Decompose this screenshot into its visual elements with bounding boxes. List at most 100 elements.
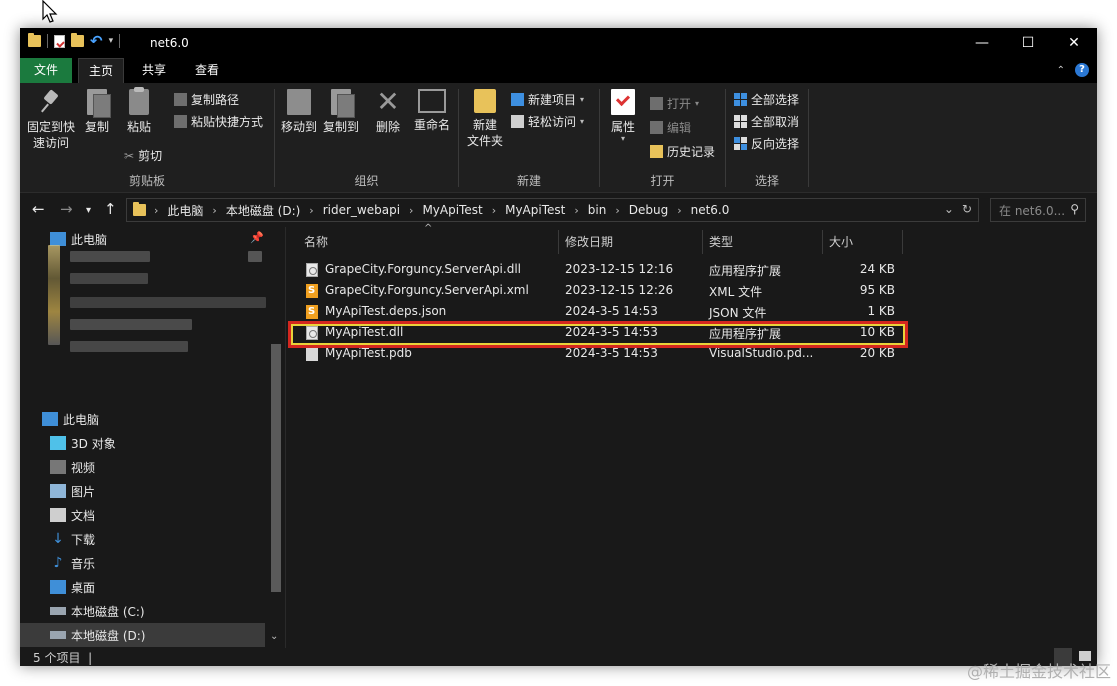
cut-button[interactable]: ✂ 剪切 (124, 147, 162, 164)
column-header-name[interactable]: 名称 (304, 230, 328, 254)
nav-documents[interactable]: 文档 (20, 503, 268, 527)
easy-access-button[interactable]: 轻松访问 ▾ (511, 113, 584, 130)
pin-to-quick-access-button[interactable]: 固定到快 速访问 (26, 89, 76, 151)
explorer-window: ↶ ▾ net6.0 — ☐ ✕ 文件 主页 共享 查看 ⌃ ? 固定到快 速访… (20, 28, 1097, 666)
quick-access-toolbar: ↶ ▾ (28, 33, 121, 49)
history-button[interactable]: 历史记录 (650, 143, 715, 160)
table-row[interactable]: GrapeCity.Forguncy.ServerApi.dll 2023-12… (286, 260, 1097, 281)
table-row[interactable]: GrapeCity.Forguncy.ServerApi.xml 2023-12… (286, 281, 1097, 302)
new-folder-button[interactable]: 新建 文件夹 (465, 89, 505, 149)
nav-music[interactable]: ♪ 音乐 (20, 551, 268, 575)
delete-button[interactable]: ✕ 删除 (373, 85, 403, 135)
picture-icon (50, 484, 66, 498)
nav-drive-d[interactable]: 本地磁盘 (D:) (20, 623, 265, 647)
copy-icon (87, 89, 111, 118)
column-divider[interactable] (902, 230, 903, 254)
tab-file[interactable]: 文件 (20, 58, 72, 83)
blurred-item (70, 297, 266, 308)
search-icon: ⚲ (1070, 202, 1079, 216)
customize-toolbar-icon[interactable]: ▾ (109, 36, 114, 46)
invert-selection-button[interactable]: 反向选择 (734, 135, 799, 152)
nav-videos[interactable]: 视频 (20, 455, 268, 479)
column-header-date[interactable]: 修改日期 (565, 230, 613, 254)
nav-this-pc[interactable]: 此电脑 (20, 407, 268, 431)
search-input[interactable]: 在 net6.0... ⚲ (990, 198, 1086, 222)
breadcrumb-myapitest-sub[interactable]: MyApiTest (505, 203, 565, 217)
paste-button[interactable]: 粘贴 (124, 87, 154, 135)
rename-button[interactable]: 重命名 (412, 89, 452, 133)
table-row[interactable]: MyApiTest.deps.json 2024-3-5 14:53 JSON … (286, 302, 1097, 323)
column-header-size[interactable]: 大小 (829, 230, 853, 254)
address-bar[interactable]: › 此电脑 › 本地磁盘 (D:) › rider_webapi › MyApi… (126, 198, 979, 222)
nav-drive-c[interactable]: 本地磁盘 (C:) (20, 599, 268, 623)
invert-selection-icon (734, 137, 747, 150)
minimize-button[interactable]: — (959, 28, 1005, 58)
tab-home[interactable]: 主页 (78, 58, 124, 83)
refresh-icon[interactable]: ↻ (962, 202, 972, 216)
back-arrow-icon[interactable]: ← (32, 201, 45, 217)
edit-button[interactable]: 编辑 (650, 119, 691, 136)
breadcrumb-myapitest[interactable]: MyApiTest (422, 203, 482, 217)
open-button[interactable]: 打开 ▾ (650, 95, 699, 112)
dll-file-icon (306, 263, 318, 277)
copy-button[interactable]: 复制 (82, 89, 112, 135)
chevron-right-icon: › (491, 203, 497, 217)
column-header-type[interactable]: 类型 (709, 230, 733, 254)
forward-arrow-icon[interactable]: → (60, 201, 73, 217)
xml-file-icon (306, 284, 318, 298)
tab-share[interactable]: 共享 (130, 58, 178, 83)
recent-locations-icon[interactable]: ▾ (86, 203, 91, 219)
blurred-item (70, 273, 148, 284)
file-type: VisualStudio.pd... (709, 346, 814, 360)
nav-pane-scrollbar[interactable]: ⌄ (268, 227, 283, 648)
tab-view[interactable]: 查看 (182, 58, 232, 83)
properties-icon[interactable] (54, 34, 65, 48)
column-divider[interactable] (702, 230, 703, 254)
delete-icon: ✕ (376, 85, 400, 118)
scrollbar-thumb[interactable] (271, 344, 281, 592)
nav-pictures[interactable]: 图片 (20, 479, 268, 503)
copy-to-button[interactable]: 复制到 (321, 89, 361, 135)
breadcrumb-this-pc[interactable]: 此电脑 (167, 202, 203, 219)
move-to-button[interactable]: 移动到 (279, 89, 319, 135)
scroll-down-icon[interactable]: ⌄ (270, 631, 278, 642)
chevron-right-icon: › (212, 203, 217, 217)
ribbon: 固定到快 速访问 复制 粘贴 复制路径 粘贴快捷方式 ✂ 剪切 剪贴板 移动到 … (20, 83, 1097, 193)
close-button[interactable]: ✕ (1051, 28, 1097, 58)
properties-button[interactable]: 属性 ▾ (606, 89, 640, 143)
new-item-button[interactable]: 新建项目 ▾ (511, 91, 584, 108)
select-none-button[interactable]: 全部取消 (734, 113, 799, 130)
title-bar: ↶ ▾ net6.0 — ☐ ✕ (20, 28, 1097, 58)
new-group: 新建 文件夹 新建项目 ▾ 轻松访问 ▾ 新建 (459, 83, 599, 192)
sort-ascending-icon: ^ (424, 223, 433, 234)
nav-3d-objects[interactable]: 3D 对象 (20, 431, 268, 455)
navigation-bar: ← → ▾ ↑ › 此电脑 › 本地磁盘 (D:) › rider_webapi… (20, 193, 1097, 227)
copy-path-label: 复制路径 (191, 93, 240, 107)
undo-icon[interactable]: ↶ (90, 34, 103, 49)
column-divider[interactable] (558, 230, 559, 254)
copy-path-button[interactable]: 复制路径 (174, 91, 239, 108)
address-history-chevron-icon[interactable]: ⌄ (944, 202, 954, 216)
up-arrow-icon[interactable]: ↑ (104, 201, 117, 217)
nav-downloads[interactable]: ↓ 下载 (20, 527, 268, 551)
paste-shortcut-button[interactable]: 粘贴快捷方式 (174, 113, 263, 130)
computer-icon (42, 412, 58, 426)
file-type: XML 文件 (709, 285, 763, 299)
breadcrumb-bin[interactable]: bin (588, 203, 607, 217)
help-icon[interactable]: ? (1075, 63, 1089, 77)
breadcrumb-net6[interactable]: net6.0 (691, 203, 730, 217)
move-to-label: 移动到 (280, 120, 317, 134)
invert-selection-label: 反向选择 (751, 137, 800, 151)
select-none-icon (734, 115, 747, 128)
copy-to-label: 复制到 (322, 120, 359, 134)
nav-desktop[interactable]: 桌面 (20, 575, 268, 599)
collapse-ribbon-icon[interactable]: ⌃ (1057, 65, 1065, 76)
breadcrumb-rider-webapi[interactable]: rider_webapi (323, 203, 400, 217)
breadcrumb-drive-d[interactable]: 本地磁盘 (D:) (226, 202, 300, 219)
chevron-right-icon: › (309, 203, 314, 217)
breadcrumb-debug[interactable]: Debug (629, 203, 668, 217)
column-divider[interactable] (822, 230, 823, 254)
new-folder-icon[interactable] (71, 33, 84, 47)
select-all-button[interactable]: 全部选择 (734, 91, 799, 108)
maximize-button[interactable]: ☐ (1005, 28, 1051, 58)
